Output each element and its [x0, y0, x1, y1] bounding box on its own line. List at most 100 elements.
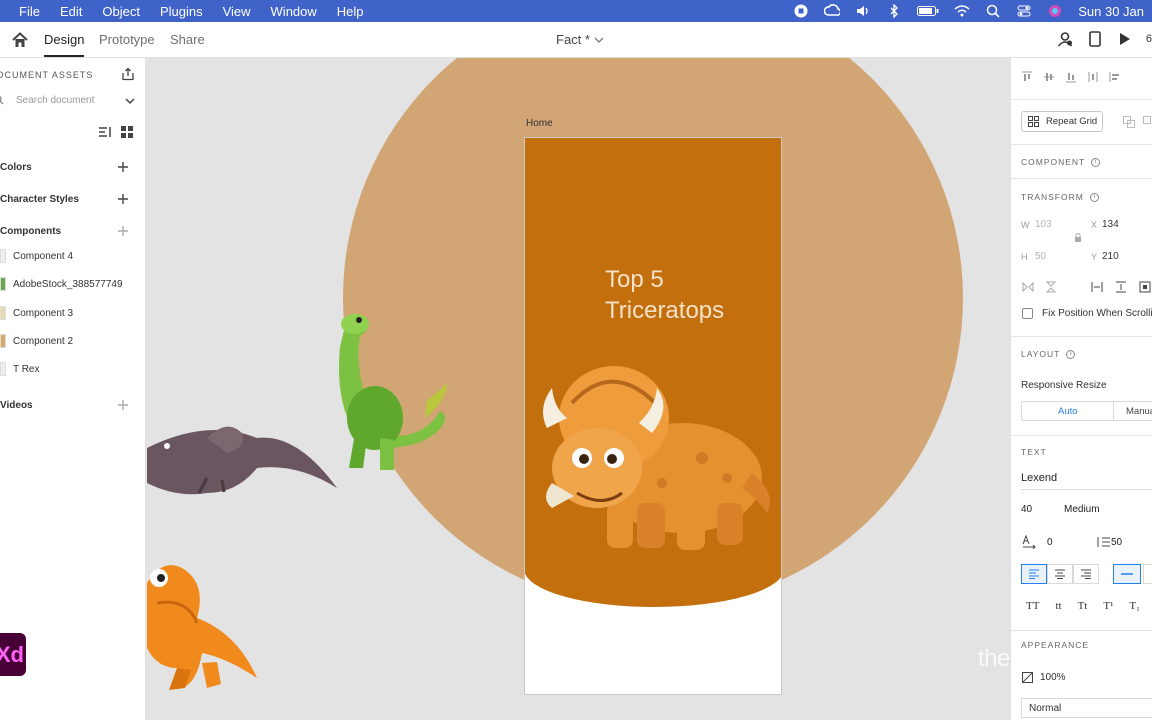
align-middle-icon[interactable] — [1043, 71, 1055, 83]
fit-width-icon[interactable] — [1091, 281, 1103, 293]
height-field[interactable]: 50 — [1035, 251, 1046, 262]
add-character-style-icon[interactable] — [117, 193, 129, 205]
superscript-option[interactable]: T¹ — [1103, 600, 1113, 612]
siri-icon[interactable] — [1047, 4, 1063, 18]
info-icon[interactable]: i — [1066, 349, 1076, 359]
search-input[interactable]: Search document — [16, 95, 94, 106]
lock-aspect-icon[interactable] — [1074, 233, 1082, 243]
wifi-icon[interactable] — [954, 4, 970, 18]
x-field[interactable]: 134 — [1102, 219, 1119, 230]
zoom-level[interactable]: 6 — [1146, 33, 1152, 45]
share-user-icon[interactable] — [1056, 30, 1074, 48]
grid-view-icon[interactable] — [120, 125, 134, 139]
add-color-icon[interactable] — [117, 161, 129, 173]
chevron-down-icon[interactable] — [125, 96, 135, 106]
document-title[interactable]: Fact * — [556, 32, 604, 47]
green-dinosaur-image[interactable] — [325, 308, 450, 473]
lowercase-option[interactable]: tt — [1055, 600, 1061, 612]
menu-file[interactable]: File — [19, 4, 40, 19]
tab-share[interactable]: Share — [170, 32, 205, 47]
resize-manual-option[interactable]: Manual — [1126, 406, 1152, 417]
bluetooth-icon[interactable] — [886, 4, 902, 18]
text-align-left-icon[interactable] — [1021, 564, 1047, 584]
triceratops-image[interactable] — [542, 363, 777, 553]
info-icon[interactable]: i — [1091, 157, 1101, 167]
menu-edit[interactable]: Edit — [60, 4, 82, 19]
pterodactyl-image[interactable] — [147, 408, 342, 498]
design-canvas[interactable]: Home Top 5 Triceratops — [147, 58, 1010, 720]
align-left-icon[interactable] — [1109, 71, 1121, 83]
menu-object[interactable]: Object — [102, 4, 140, 19]
search-document-field[interactable]: Search document — [0, 94, 140, 110]
tab-design[interactable]: Design — [44, 32, 85, 57]
flip-horizontal-icon[interactable] — [1022, 281, 1034, 293]
component-item-4[interactable]: Component 4 — [13, 251, 73, 262]
group-icon[interactable] — [1123, 116, 1135, 128]
text-align-right-icon[interactable] — [1073, 564, 1099, 584]
subscript-option[interactable]: T₁ — [1129, 600, 1140, 612]
blend-mode-dropdown[interactable]: Normal — [1021, 698, 1152, 718]
titlecase-option[interactable]: Tt — [1078, 600, 1088, 612]
artboard-label[interactable]: Home — [526, 118, 553, 129]
mac-menu-bar: File Edit Object Plugins View Window Hel… — [0, 0, 1152, 22]
menu-clock[interactable]: Sun 30 Jan — [1078, 4, 1144, 19]
uppercase-option[interactable]: TT — [1026, 600, 1039, 612]
device-preview-icon[interactable] — [1086, 30, 1104, 48]
height-label: H — [1021, 252, 1028, 262]
auto-width-text-icon[interactable] — [1113, 564, 1141, 584]
y-field[interactable]: 210 — [1102, 251, 1119, 262]
battery-icon[interactable] — [917, 4, 939, 18]
character-styles-section[interactable]: Character Styles — [0, 194, 79, 205]
x-label: X — [1091, 220, 1098, 230]
flip-vertical-icon[interactable] — [1045, 281, 1057, 293]
menu-help[interactable]: Help — [337, 4, 364, 19]
fit-height-icon[interactable] — [1115, 281, 1127, 293]
add-component-icon[interactable] — [117, 225, 129, 237]
font-size-field[interactable]: 40 — [1021, 504, 1032, 515]
line-spacing-field[interactable]: 50 — [1111, 537, 1122, 548]
character-spacing-field[interactable]: 0 — [1047, 537, 1053, 548]
width-field[interactable]: 103 — [1035, 219, 1052, 230]
colors-section[interactable]: Colors — [0, 162, 32, 173]
home-icon[interactable] — [11, 31, 29, 49]
component-item-adobestock[interactable]: AdobeStock_388577749 — [13, 279, 123, 290]
menu-plugins[interactable]: Plugins — [160, 4, 203, 19]
fix-position-checkbox[interactable] — [1022, 308, 1033, 319]
add-video-icon[interactable] — [117, 399, 129, 411]
blend-mode-value: Normal — [1029, 703, 1062, 714]
property-inspector: Repeat Grid COMPONENT i TRANSFORM i W 10… — [1010, 58, 1152, 720]
align-top-icon[interactable] — [1021, 71, 1033, 83]
creative-cloud-icon[interactable] — [824, 4, 841, 18]
fixed-size-text-icon[interactable] — [1143, 564, 1152, 584]
fit-both-icon[interactable] — [1139, 281, 1151, 293]
list-view-icon[interactable] — [98, 125, 112, 139]
align-bottom-icon[interactable] — [1065, 71, 1077, 83]
resize-auto-option[interactable]: Auto — [1058, 406, 1078, 417]
font-weight-dropdown[interactable]: Medium — [1064, 504, 1100, 515]
spotlight-search-icon[interactable] — [985, 4, 1001, 18]
font-family-dropdown[interactable]: Lexend — [1021, 472, 1057, 484]
text-align-center-icon[interactable] — [1047, 564, 1073, 584]
info-icon[interactable]: i — [1089, 192, 1099, 202]
control-center-icon[interactable] — [1016, 4, 1032, 18]
headline-text[interactable]: Top 5 Triceratops — [605, 264, 724, 326]
opacity-field[interactable]: 100% — [1040, 672, 1066, 683]
tab-prototype[interactable]: Prototype — [99, 32, 155, 47]
component-item-3[interactable]: Component 3 — [13, 308, 73, 319]
divider — [1011, 336, 1152, 337]
repeat-grid-button[interactable]: Repeat Grid — [1021, 111, 1103, 132]
menu-window[interactable]: Window — [271, 4, 317, 19]
play-icon[interactable] — [1116, 30, 1134, 48]
component-item-t-rex[interactable]: T Rex — [13, 364, 40, 375]
videos-section[interactable]: Videos — [0, 400, 33, 411]
orange-t-rex-image[interactable] — [147, 553, 262, 693]
divider — [1113, 402, 1114, 420]
components-section[interactable]: Components — [0, 226, 61, 237]
mask-icon[interactable] — [1143, 116, 1152, 128]
volume-icon[interactable] — [855, 4, 871, 18]
screen-record-icon[interactable] — [793, 4, 809, 18]
menu-view[interactable]: View — [223, 4, 251, 19]
distribute-vertical-icon[interactable] — [1087, 71, 1099, 83]
export-icon[interactable] — [121, 67, 135, 81]
component-item-2[interactable]: Component 2 — [13, 336, 73, 347]
